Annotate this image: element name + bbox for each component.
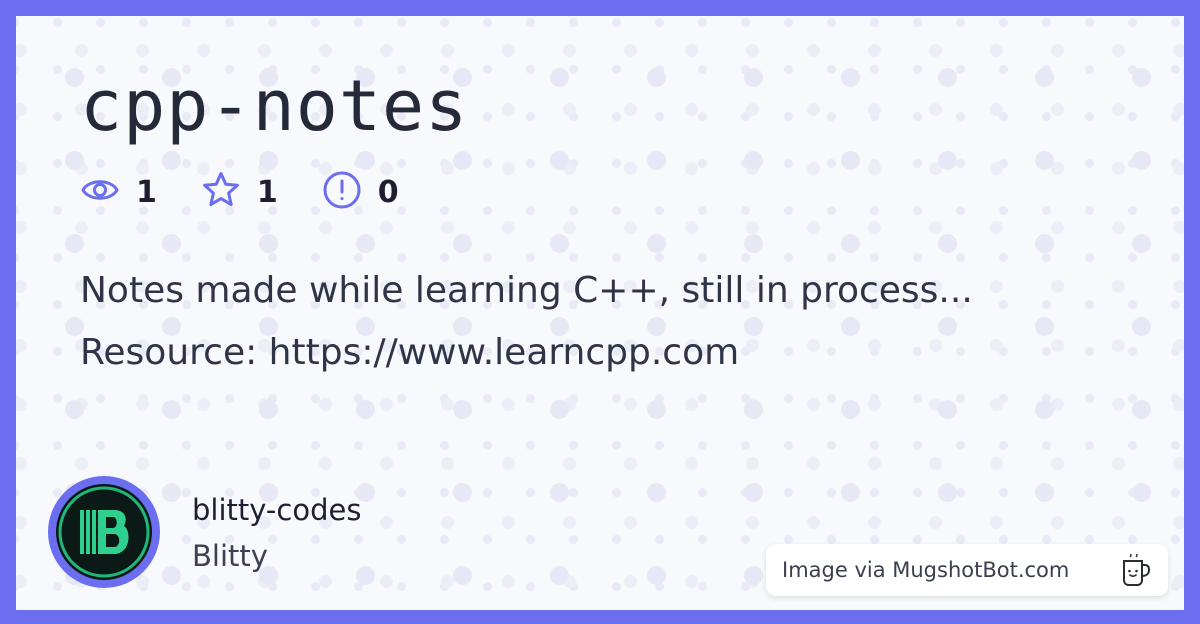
repo-stats: 1 1 0 <box>80 170 443 214</box>
repo-card: cpp-notes 1 1 0 Notes made while learnin… <box>16 16 1184 610</box>
issues-stat: 0 <box>322 170 399 214</box>
owner-name: Blitty <box>192 539 268 573</box>
stars-count: 1 <box>256 174 278 210</box>
owner-login: blitty-codes <box>192 493 362 527</box>
eye-icon <box>80 170 120 214</box>
star-icon <box>201 170 241 214</box>
credit-badge[interactable]: Image via MugshotBot.com <box>766 544 1168 596</box>
watchers-stat: 1 <box>80 170 157 214</box>
description-line: Notes made while learning C++, still in … <box>80 270 973 311</box>
issues-count: 0 <box>377 174 399 210</box>
description-line: Resource: https://www.learncpp.com <box>80 332 740 373</box>
repo-title: cpp-notes <box>80 65 469 147</box>
stars-stat: 1 <box>201 170 278 214</box>
watchers-count: 1 <box>136 174 157 210</box>
owner-info: blitty-codes Blitty <box>192 488 361 580</box>
avatar <box>48 476 160 588</box>
alert-circle-icon <box>322 170 362 214</box>
repo-description: Notes made while learning C++, still in … <box>80 260 1100 384</box>
credit-text: Image via MugshotBot.com <box>782 558 1070 582</box>
